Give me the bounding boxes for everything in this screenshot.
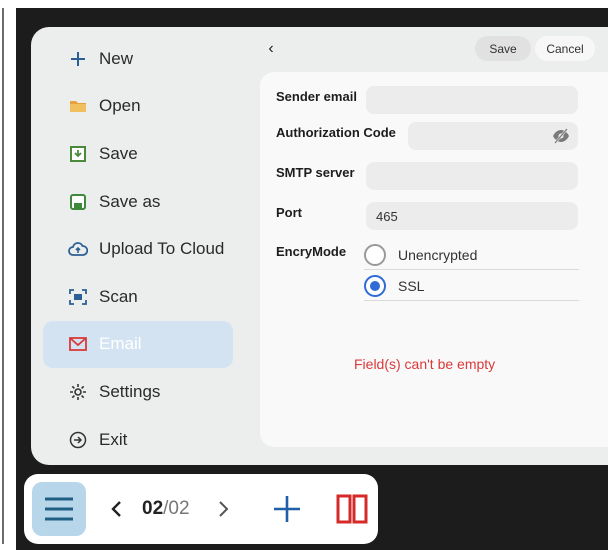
folder-icon [67,95,89,117]
add-page-button[interactable] [270,492,304,526]
plus-icon [67,48,89,70]
sender-email-label: Sender email [276,89,357,104]
exit-icon [67,429,89,451]
radio-label: SSL [398,277,425,294]
menu-item-label: Upload To Cloud [99,239,225,259]
validation-error: Field(s) can't be empty [354,356,496,372]
cancel-button[interactable]: Cancel [535,36,595,61]
split-view-button[interactable] [334,492,370,526]
menu-item-open[interactable]: Open [43,83,233,131]
port-field[interactable]: 465 [366,202,578,230]
radio-option-unencrypted[interactable]: Unencrypted [364,240,579,270]
authorization-code-field[interactable] [408,122,578,150]
cloud-upload-icon [67,238,89,260]
previous-page-button[interactable] [106,496,126,522]
menu-item-scan[interactable]: Scan [43,273,233,321]
authorization-code-label: Authorization Code [276,125,396,140]
menu-item-label: Settings [99,381,161,401]
page-total: 02 [168,498,190,519]
menu-item-new[interactable]: New [43,35,233,83]
bottom-toolbar: 02/02 [24,474,378,544]
save-icon [67,143,89,165]
gear-icon [67,381,89,403]
chevron-right-icon [219,501,229,517]
scan-icon [67,286,89,308]
hidden-eye-icon[interactable] [552,127,570,145]
hamburger-icon [45,497,73,521]
next-page-button[interactable] [214,496,234,522]
menu-item-save-as[interactable]: Save as [43,178,233,226]
port-label: Port [276,205,302,220]
menu-item-label: Exit [99,429,128,449]
smtp-server-field[interactable] [366,162,578,190]
page-indicator: 02/02 [142,498,190,520]
plus-icon [274,496,300,522]
email-settings-form: Sender email Authorization Code SMTP ser… [260,72,608,447]
split-view-icon [336,494,368,524]
page-current: 02 [142,498,164,519]
edge-divider [2,8,4,544]
menu-toggle-button[interactable] [32,482,86,536]
menu-item-upload-to-cloud[interactable]: Upload To Cloud [43,225,233,273]
save-as-icon [67,191,89,213]
menu-item-settings[interactable]: Settings [43,368,233,416]
encry-mode-label: EncryMode [276,244,347,259]
menu-item-label: Scan [99,286,138,306]
radio-label: Unencrypted [398,246,478,263]
menu-item-label: Email [99,334,142,354]
email-icon [67,333,89,355]
save-button[interactable]: Save [475,36,531,61]
radio-button-selected[interactable] [364,274,386,297]
side-menu: New Open Save Save as Upload To Cloud Sc… [43,35,233,463]
menu-item-exit[interactable]: Exit [43,416,233,464]
menu-item-save[interactable]: Save [43,130,233,178]
menu-item-label: Open [99,96,141,116]
menu-item-label: New [99,48,134,68]
chevron-left-icon [111,501,121,517]
side-panel: New Open Save Save as Upload To Cloud Sc… [31,27,608,465]
radio-option-ssl[interactable]: SSL [364,271,579,301]
back-button[interactable]: ‹ [261,37,281,61]
radio-button[interactable] [364,243,386,266]
sender-email-field[interactable] [366,86,578,114]
menu-item-email[interactable]: Email [43,320,233,369]
smtp-server-label: SMTP server [276,165,355,180]
menu-item-label: Save as [99,191,161,211]
menu-item-label: Save [99,143,138,163]
